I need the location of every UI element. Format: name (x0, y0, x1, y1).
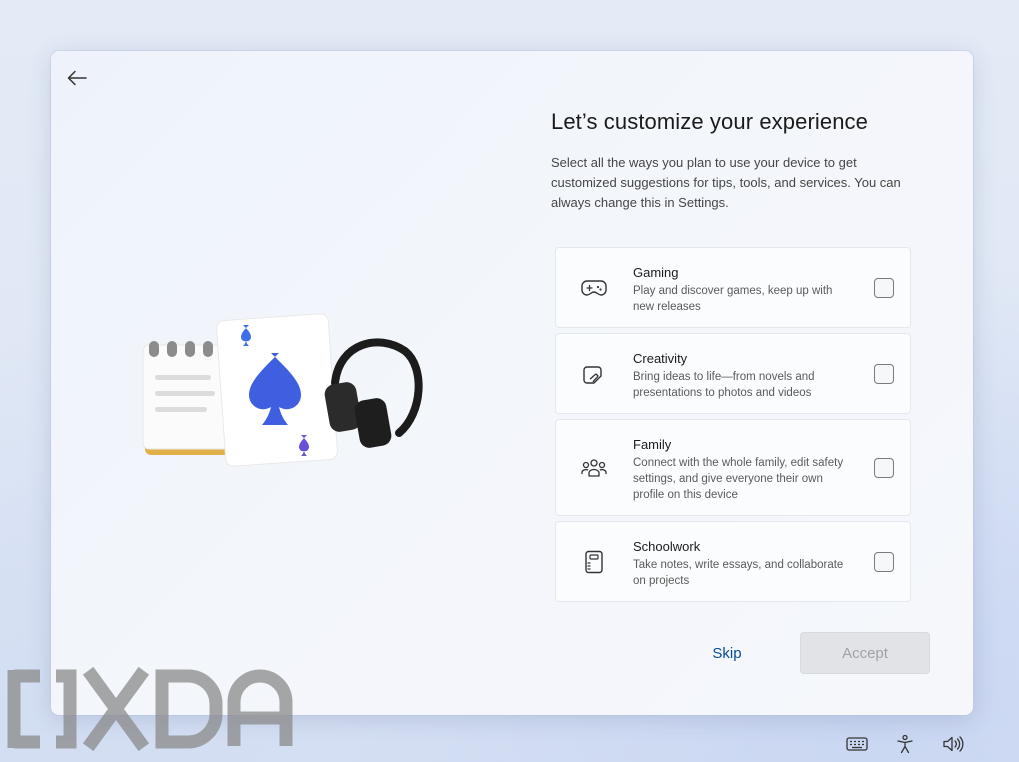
back-button[interactable] (64, 65, 90, 91)
option-card-family[interactable]: Family Connect with the whole family, ed… (555, 419, 911, 516)
page-title: Let’s customize your experience (551, 109, 868, 134)
option-description: Bring ideas to life—from novels and pres… (633, 371, 815, 399)
creativity-icon (580, 361, 608, 389)
option-card-schoolwork[interactable]: Schoolwork Take notes, write essays, and… (555, 521, 911, 602)
back-arrow-icon (67, 70, 87, 86)
playing-card-illustration (216, 313, 338, 467)
family-icon (580, 454, 608, 482)
family-checkbox[interactable] (874, 458, 894, 478)
creativity-checkbox[interactable] (874, 364, 894, 384)
notepad-illustration (142, 341, 231, 455)
keyboard-icon[interactable] (845, 732, 869, 756)
notebook-icon (580, 548, 608, 576)
option-card-creativity[interactable]: Creativity Bring ideas to life—from nove… (555, 333, 911, 414)
accessibility-icon[interactable] (893, 732, 917, 756)
schoolwork-checkbox[interactable] (874, 552, 894, 572)
volume-icon[interactable] (941, 732, 965, 756)
skip-button[interactable]: Skip (700, 635, 754, 671)
option-title: Creativity (633, 351, 688, 366)
oobe-window: Let’s customize your experience Select a… (51, 51, 973, 715)
page-description: Select all the ways you plan to use your… (551, 155, 901, 210)
option-description: Take notes, write essays, and collaborat… (633, 559, 844, 587)
accept-button[interactable]: Accept (800, 632, 930, 674)
option-description: Connect with the whole family, edit safe… (633, 457, 844, 501)
illustration (142, 313, 423, 467)
option-title: Family (633, 437, 672, 452)
option-description: Play and discover games, keep up with ne… (633, 285, 833, 313)
option-card-gaming[interactable]: Gaming Play and discover games, keep up … (555, 247, 911, 328)
gaming-checkbox[interactable] (874, 278, 894, 298)
xda-watermark-logo (7, 666, 293, 752)
option-title: Schoolwork (633, 539, 701, 554)
gamepad-icon (580, 274, 608, 302)
option-title: Gaming (633, 265, 679, 280)
headphones-illustration (324, 338, 423, 448)
